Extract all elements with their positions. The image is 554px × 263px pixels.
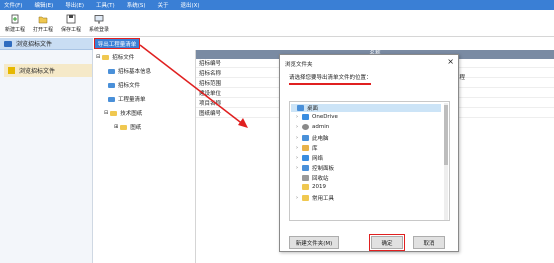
new-project-button[interactable]: 新建工程 xyxy=(2,10,28,37)
folder-node-desktop[interactable]: 桌面 xyxy=(291,104,441,112)
recycle-bin-icon xyxy=(302,175,309,181)
tree-node-tender-file[interactable]: 招标文件 xyxy=(108,81,140,89)
scrollbar-thumb[interactable] xyxy=(444,105,448,165)
toolbar: 新建工程 打开工程 保存工程 系统登录 xyxy=(0,10,554,37)
folder-node-this-pc[interactable]: › 此电脑 xyxy=(296,134,329,142)
folder-node-label: admin xyxy=(312,124,330,130)
menu-exit[interactable]: 退出(X) xyxy=(181,1,200,9)
system-login-label: 系统登录 xyxy=(88,27,109,33)
sidebar-item-browse[interactable]: 浏览招标文件 xyxy=(4,64,92,77)
folder-node-tools[interactable]: › 常用工具 xyxy=(296,194,334,202)
folder-icon xyxy=(108,82,115,88)
open-project-button[interactable]: 打开工程 xyxy=(30,10,56,37)
dialog-title: 浏览文件夹 xyxy=(285,62,313,68)
export-bill-tab[interactable]: 导出工程量清单 xyxy=(94,38,140,49)
network-icon xyxy=(302,155,309,161)
folder-icon xyxy=(108,68,115,74)
sidebar: 浏览招标文件 xyxy=(0,50,93,263)
collapse-icon: ⊟ xyxy=(104,110,109,116)
folder-node-label: 回收站 xyxy=(312,176,329,182)
tree-node-label: 招标基本信息 xyxy=(118,69,152,75)
scrollbar[interactable] xyxy=(444,103,448,220)
new-folder-button[interactable]: 新建文件夹(M) xyxy=(289,236,339,249)
new-project-label: 新建工程 xyxy=(4,27,25,33)
folder-node-2019[interactable]: 2019 xyxy=(296,184,326,190)
browse-folder-dialog: 浏览文件夹 × 请选择您要导出清单文件的位置： 桌面 › OneDrive › … xyxy=(279,54,459,252)
folder-node-label: 此电脑 xyxy=(312,136,329,142)
menu-system[interactable]: 系统(S) xyxy=(127,1,146,9)
menu-file[interactable]: 文件(F) xyxy=(4,1,22,9)
menu-export[interactable]: 导出(E) xyxy=(65,1,84,9)
message-highlight xyxy=(289,83,371,85)
menu-edit[interactable]: 编辑(E) xyxy=(34,1,53,9)
folder-icon xyxy=(302,195,309,201)
tree-node-label: 技术图纸 xyxy=(120,111,143,117)
folder-icon xyxy=(102,54,110,60)
cloud-icon xyxy=(302,114,309,120)
sidebar-title-label: 浏览招标文件 xyxy=(16,41,53,48)
folder-node-label: 常用工具 xyxy=(312,196,335,202)
folder-icon xyxy=(108,96,115,102)
sidebar-title: 浏览招标文件 xyxy=(0,38,93,50)
close-icon[interactable]: × xyxy=(447,57,454,66)
folder-node-label: 控制面板 xyxy=(312,166,335,172)
folder-icon xyxy=(120,124,128,130)
folder-node-label: OneDrive xyxy=(312,114,338,120)
user-icon xyxy=(302,124,309,130)
new-project-icon xyxy=(11,14,19,24)
desktop-icon xyxy=(297,105,304,111)
menu-about[interactable]: 关于 xyxy=(157,1,168,9)
control-panel-icon xyxy=(302,165,309,171)
folder-node-admin[interactable]: › admin xyxy=(296,124,329,130)
computer-icon xyxy=(302,135,309,141)
tree-node-label: 图纸 xyxy=(130,125,142,131)
system-login-icon xyxy=(94,15,104,24)
folder-node-label: 库 xyxy=(312,146,318,152)
tree-node-drawings[interactable]: ⊟ 技术图纸 xyxy=(104,109,142,117)
open-project-label: 打开工程 xyxy=(32,27,53,33)
expand-icon: ⊞ xyxy=(114,124,119,130)
tree-node-root[interactable]: ⊟ 招标文件 xyxy=(96,53,134,61)
tree-node-label: 招标文件 xyxy=(118,83,141,89)
dialog-message: 请选择您要导出清单文件的位置： xyxy=(289,75,372,81)
collapse-icon: ⊟ xyxy=(96,54,101,60)
ok-button[interactable]: 确定 xyxy=(371,236,403,249)
folder-tree[interactable]: 桌面 › OneDrive › admin › 此电脑 › 库 › 网络 › 控… xyxy=(289,101,450,221)
menu-bar: 文件(F) 编辑(E) 导出(E) 工具(T) 系统(S) 关于 退出(X) xyxy=(0,0,554,10)
save-project-button[interactable]: 保存工程 xyxy=(58,10,84,37)
tree-node-drawing[interactable]: ⊞ 图纸 xyxy=(114,123,141,131)
folder-icon xyxy=(302,184,309,190)
document-icon xyxy=(4,40,12,47)
menu-tools[interactable]: 工具(T) xyxy=(96,1,115,9)
folder-node-network[interactable]: › 网络 xyxy=(296,154,323,162)
folder-icon xyxy=(8,67,15,74)
tree-node-label: 招标文件 xyxy=(112,55,135,61)
tree-node-basic-info[interactable]: 招标基本信息 xyxy=(108,67,151,75)
tree-node-label: 工程量清单 xyxy=(118,97,146,103)
sidebar-item-label: 浏览招标文件 xyxy=(19,68,56,75)
library-icon xyxy=(302,145,309,151)
folder-node-control-panel[interactable]: › 控制面板 xyxy=(296,164,334,172)
folder-node-onedrive[interactable]: › OneDrive xyxy=(296,114,338,120)
folder-node-label: 桌面 xyxy=(307,106,319,112)
tree-node-bill[interactable]: 工程量清单 xyxy=(108,95,146,103)
folder-node-library[interactable]: › 库 xyxy=(296,144,318,152)
save-project-label: 保存工程 xyxy=(60,27,81,33)
save-project-icon xyxy=(66,14,76,24)
file-tree: ⊟ 招标文件 招标基本信息 招标文件 工程量清单 ⊟ 技术图纸 ⊞ 图纸 xyxy=(94,50,196,263)
folder-node-recycle-bin[interactable]: 回收站 xyxy=(296,174,329,182)
cancel-button[interactable]: 取消 xyxy=(413,236,445,249)
system-login-button[interactable]: 系统登录 xyxy=(86,10,112,37)
folder-node-label: 网络 xyxy=(312,156,324,162)
folder-node-label: 2019 xyxy=(312,184,326,190)
folder-icon xyxy=(110,110,118,116)
open-project-icon xyxy=(38,16,48,24)
